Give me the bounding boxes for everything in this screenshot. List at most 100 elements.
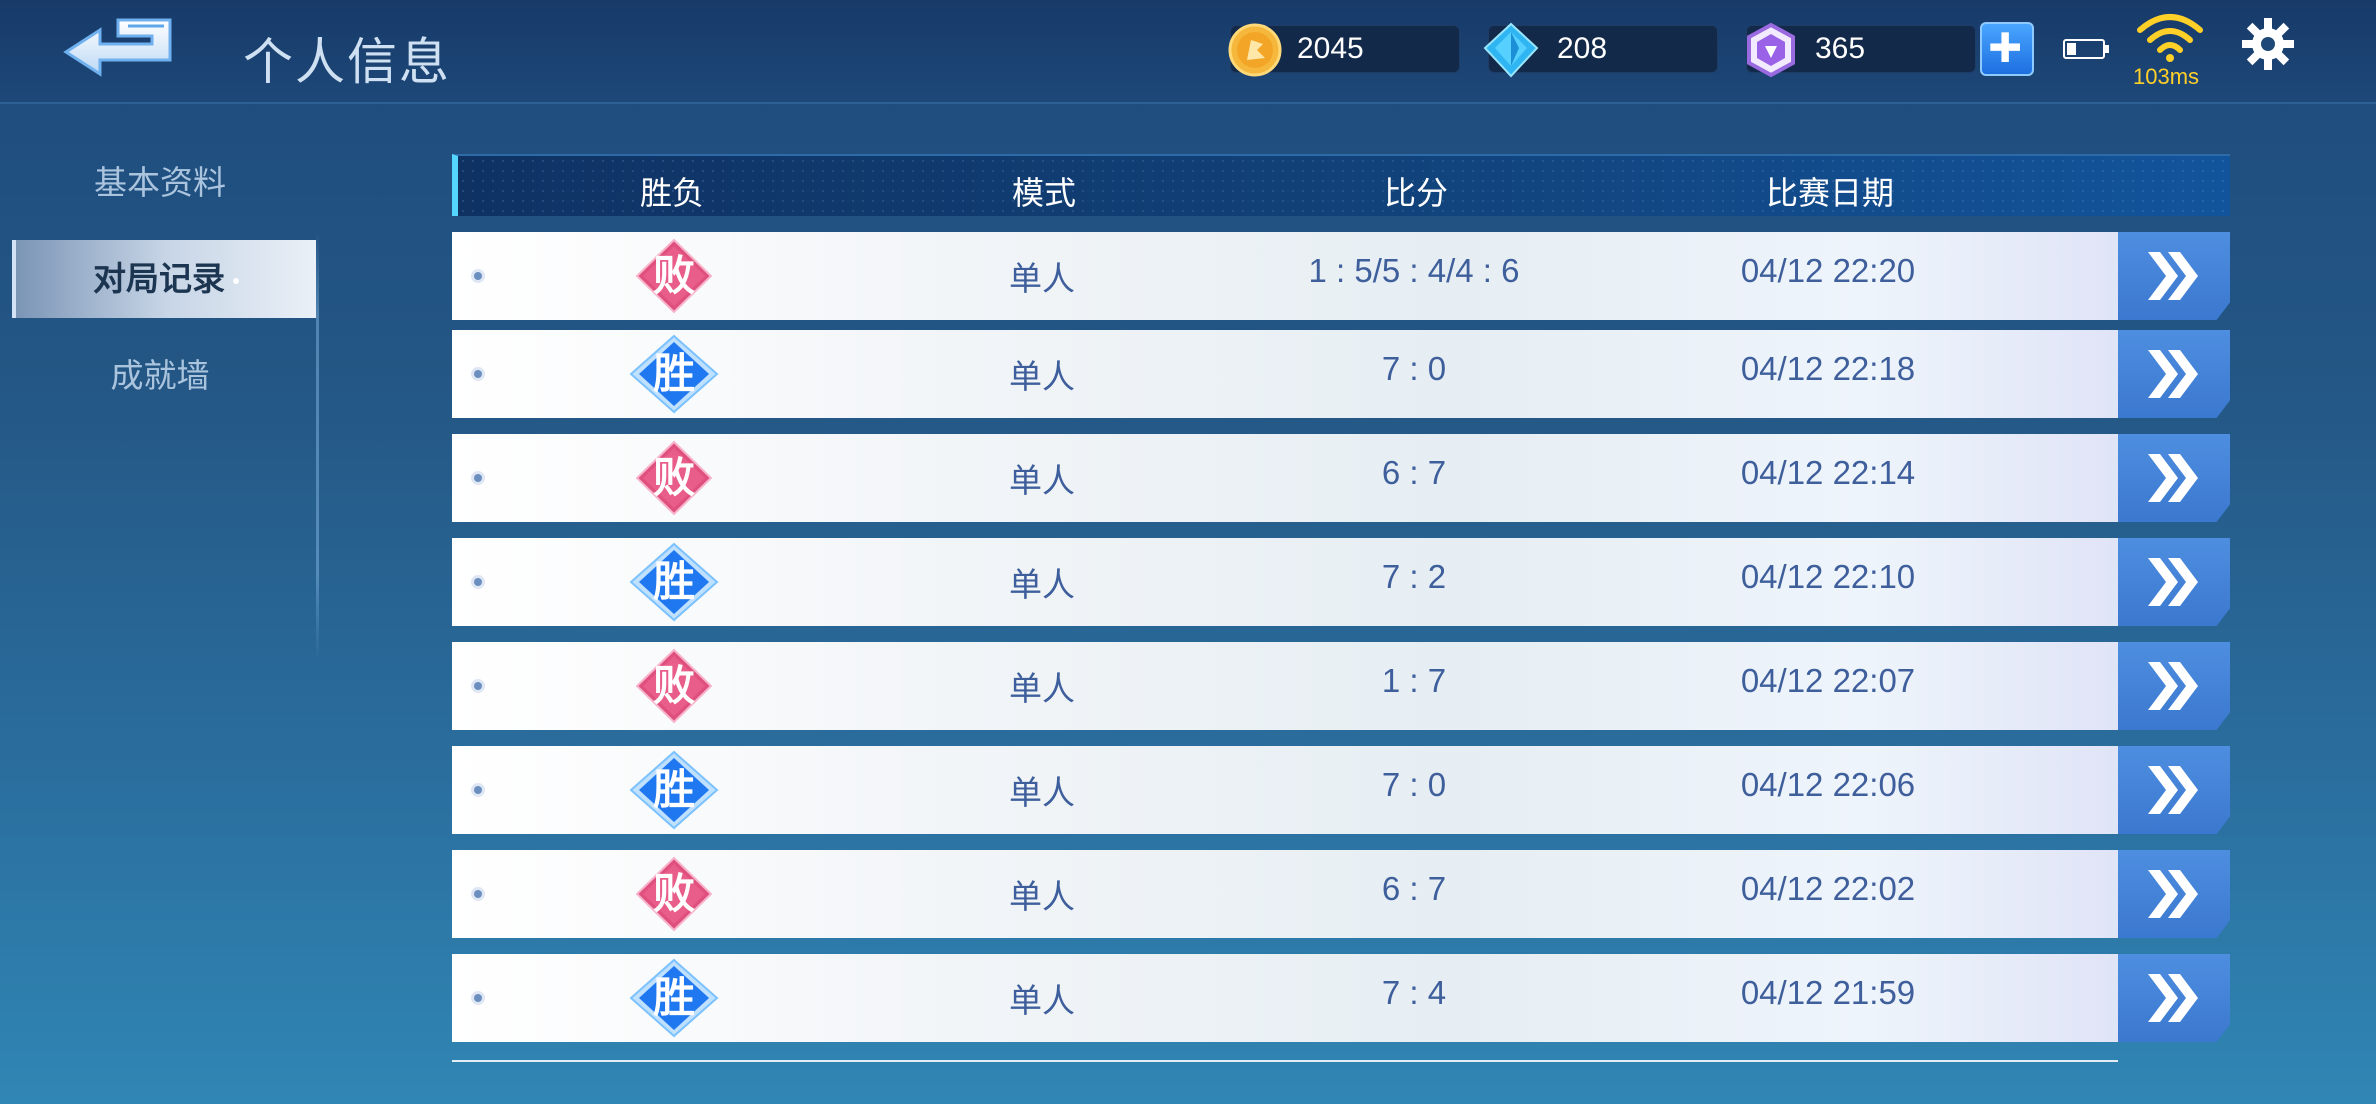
- double-chevron-right-icon: [2148, 558, 2198, 606]
- result-label: 胜: [652, 557, 695, 606]
- row-detail-button[interactable]: [2118, 538, 2230, 626]
- gold-coin-icon: [1228, 23, 1282, 77]
- mode-cell: 单人: [1009, 981, 1075, 1020]
- result-label: 败: [652, 661, 695, 710]
- score-cell: 6 : 7: [1381, 454, 1447, 491]
- list-bottom-line: [452, 1060, 2118, 1062]
- back-arrow-icon: [63, 18, 172, 77]
- row-detail-button[interactable]: [2118, 954, 2230, 1042]
- mode-cell: 单人: [1009, 357, 1075, 396]
- loss-badge: 败: [629, 438, 719, 518]
- loss-badge: 败: [629, 854, 719, 934]
- row-detail-button[interactable]: [2118, 232, 2230, 320]
- date-cell: 04/12 21:59: [1740, 974, 1916, 1011]
- diamond-icon: [1483, 22, 1539, 78]
- date-cell: 04/12 22:10: [1740, 558, 1916, 595]
- double-chevron-right-icon: [2148, 662, 2198, 710]
- table-header: 胜负 模式 比分 比赛日期: [452, 154, 2230, 216]
- row-bullet-icon: [474, 786, 482, 794]
- score-cell: 7 : 0: [1381, 350, 1447, 387]
- ping-value: 103ms: [2133, 64, 2200, 89]
- mode-cell: 单人: [1009, 461, 1075, 500]
- gem-counter: 365: [1746, 22, 1976, 78]
- row-bullet-icon: [474, 994, 482, 1002]
- battery-icon: [2063, 39, 2109, 59]
- table-row[interactable]: 胜 单人 7 : 2 04/12 22:10: [452, 538, 2230, 626]
- date-cell: 04/12 22:18: [1740, 350, 1916, 387]
- score-cell: 7 : 4: [1381, 974, 1447, 1011]
- mode-cell: 单人: [1009, 669, 1075, 708]
- score-cell: 7 : 2: [1381, 558, 1447, 595]
- gold-value: 2045: [1297, 32, 1364, 65]
- row-detail-button[interactable]: [2118, 330, 2230, 418]
- top-bar: 个人信息 2045 208 365 103ms: [0, 0, 2376, 104]
- table-row[interactable]: 败 单人 6 : 7 04/12 22:02: [452, 850, 2230, 938]
- wifi-icon: [2137, 14, 2203, 62]
- sidebar-item-basic-info[interactable]: 基本资料: [0, 147, 320, 219]
- row-detail-button[interactable]: [2118, 746, 2230, 834]
- table-row[interactable]: 败 单人 6 : 7 04/12 22:14: [452, 434, 2230, 522]
- score-cell: 7 : 0: [1381, 766, 1447, 803]
- sidebar-divider: [316, 230, 319, 660]
- result-label: 胜: [652, 765, 695, 814]
- row-bullet-icon: [474, 578, 482, 586]
- page-title: 个人信息: [243, 33, 451, 91]
- row-bullet-icon: [474, 890, 482, 898]
- sidebar-item-achievements[interactable]: 成就墙: [0, 340, 320, 412]
- double-chevron-right-icon: [2148, 350, 2198, 398]
- date-cell: 04/12 22:14: [1740, 454, 1916, 491]
- plus-icon: [1990, 32, 2020, 62]
- win-badge: 胜: [629, 542, 719, 622]
- loss-badge: 败: [629, 236, 719, 316]
- row-detail-button[interactable]: [2118, 434, 2230, 522]
- loss-badge: 败: [629, 646, 719, 726]
- double-chevron-right-icon: [2148, 870, 2198, 918]
- table-row[interactable]: 胜 单人 7 : 0 04/12 22:06: [452, 746, 2230, 834]
- active-indicator-dot: [233, 277, 239, 284]
- double-chevron-right-icon: [2148, 974, 2198, 1022]
- score-cell: 6 : 7: [1381, 870, 1447, 907]
- column-header-date: 比赛日期: [1765, 174, 1895, 212]
- sidebar-item-label: 对局记录: [93, 259, 225, 298]
- back-button[interactable]: [60, 12, 180, 92]
- result-label: 败: [652, 251, 695, 300]
- win-badge: 胜: [629, 334, 719, 414]
- result-label: 败: [652, 869, 695, 918]
- date-cell: 04/12 22:06: [1740, 766, 1916, 803]
- win-badge: 胜: [629, 750, 719, 830]
- result-label: 胜: [652, 973, 695, 1022]
- add-currency-button[interactable]: [1980, 22, 2034, 76]
- column-header-mode: 模式: [1011, 174, 1077, 212]
- score-cell: 1 : 7: [1381, 662, 1447, 699]
- double-chevron-right-icon: [2148, 454, 2198, 502]
- win-badge: 胜: [629, 958, 719, 1038]
- double-chevron-right-icon: [2148, 252, 2198, 300]
- date-cell: 04/12 22:02: [1740, 870, 1916, 907]
- gem-value: 365: [1815, 32, 1866, 65]
- row-detail-button[interactable]: [2118, 642, 2230, 730]
- table-row[interactable]: 胜 单人 7 : 0 04/12 22:18: [452, 330, 2230, 418]
- row-bullet-icon: [474, 370, 482, 378]
- sidebar-item-match-records[interactable]: 对局记录: [12, 240, 316, 318]
- column-header-score: 比分: [1383, 174, 1449, 212]
- mode-cell: 单人: [1009, 565, 1075, 604]
- mode-cell: 单人: [1009, 877, 1075, 916]
- double-chevron-right-icon: [2148, 766, 2198, 814]
- score-cell: 1 : 5/5 : 4/4 : 6: [1308, 252, 1520, 289]
- table-row[interactable]: 胜 单人 7 : 4 04/12 21:59: [452, 954, 2230, 1042]
- table-row[interactable]: 败 单人 1 : 5/5 : 4/4 : 6 04/12 22:20: [452, 232, 2230, 320]
- column-header-result: 胜负: [639, 174, 705, 212]
- table-row[interactable]: 败 单人 1 : 7 04/12 22:07: [452, 642, 2230, 730]
- purple-gem-icon: [1747, 22, 1795, 78]
- diamond-value: 208: [1557, 32, 1608, 65]
- gold-counter: 2045: [1228, 23, 1460, 77]
- date-cell: 04/12 22:20: [1740, 252, 1916, 289]
- settings-gear-icon[interactable]: [2240, 16, 2296, 72]
- result-label: 败: [652, 453, 695, 502]
- row-bullet-icon: [474, 272, 482, 280]
- row-detail-button[interactable]: [2118, 850, 2230, 938]
- mode-cell: 单人: [1009, 773, 1075, 812]
- row-bullet-icon: [474, 682, 482, 690]
- date-cell: 04/12 22:07: [1740, 662, 1916, 699]
- result-label: 胜: [652, 349, 695, 398]
